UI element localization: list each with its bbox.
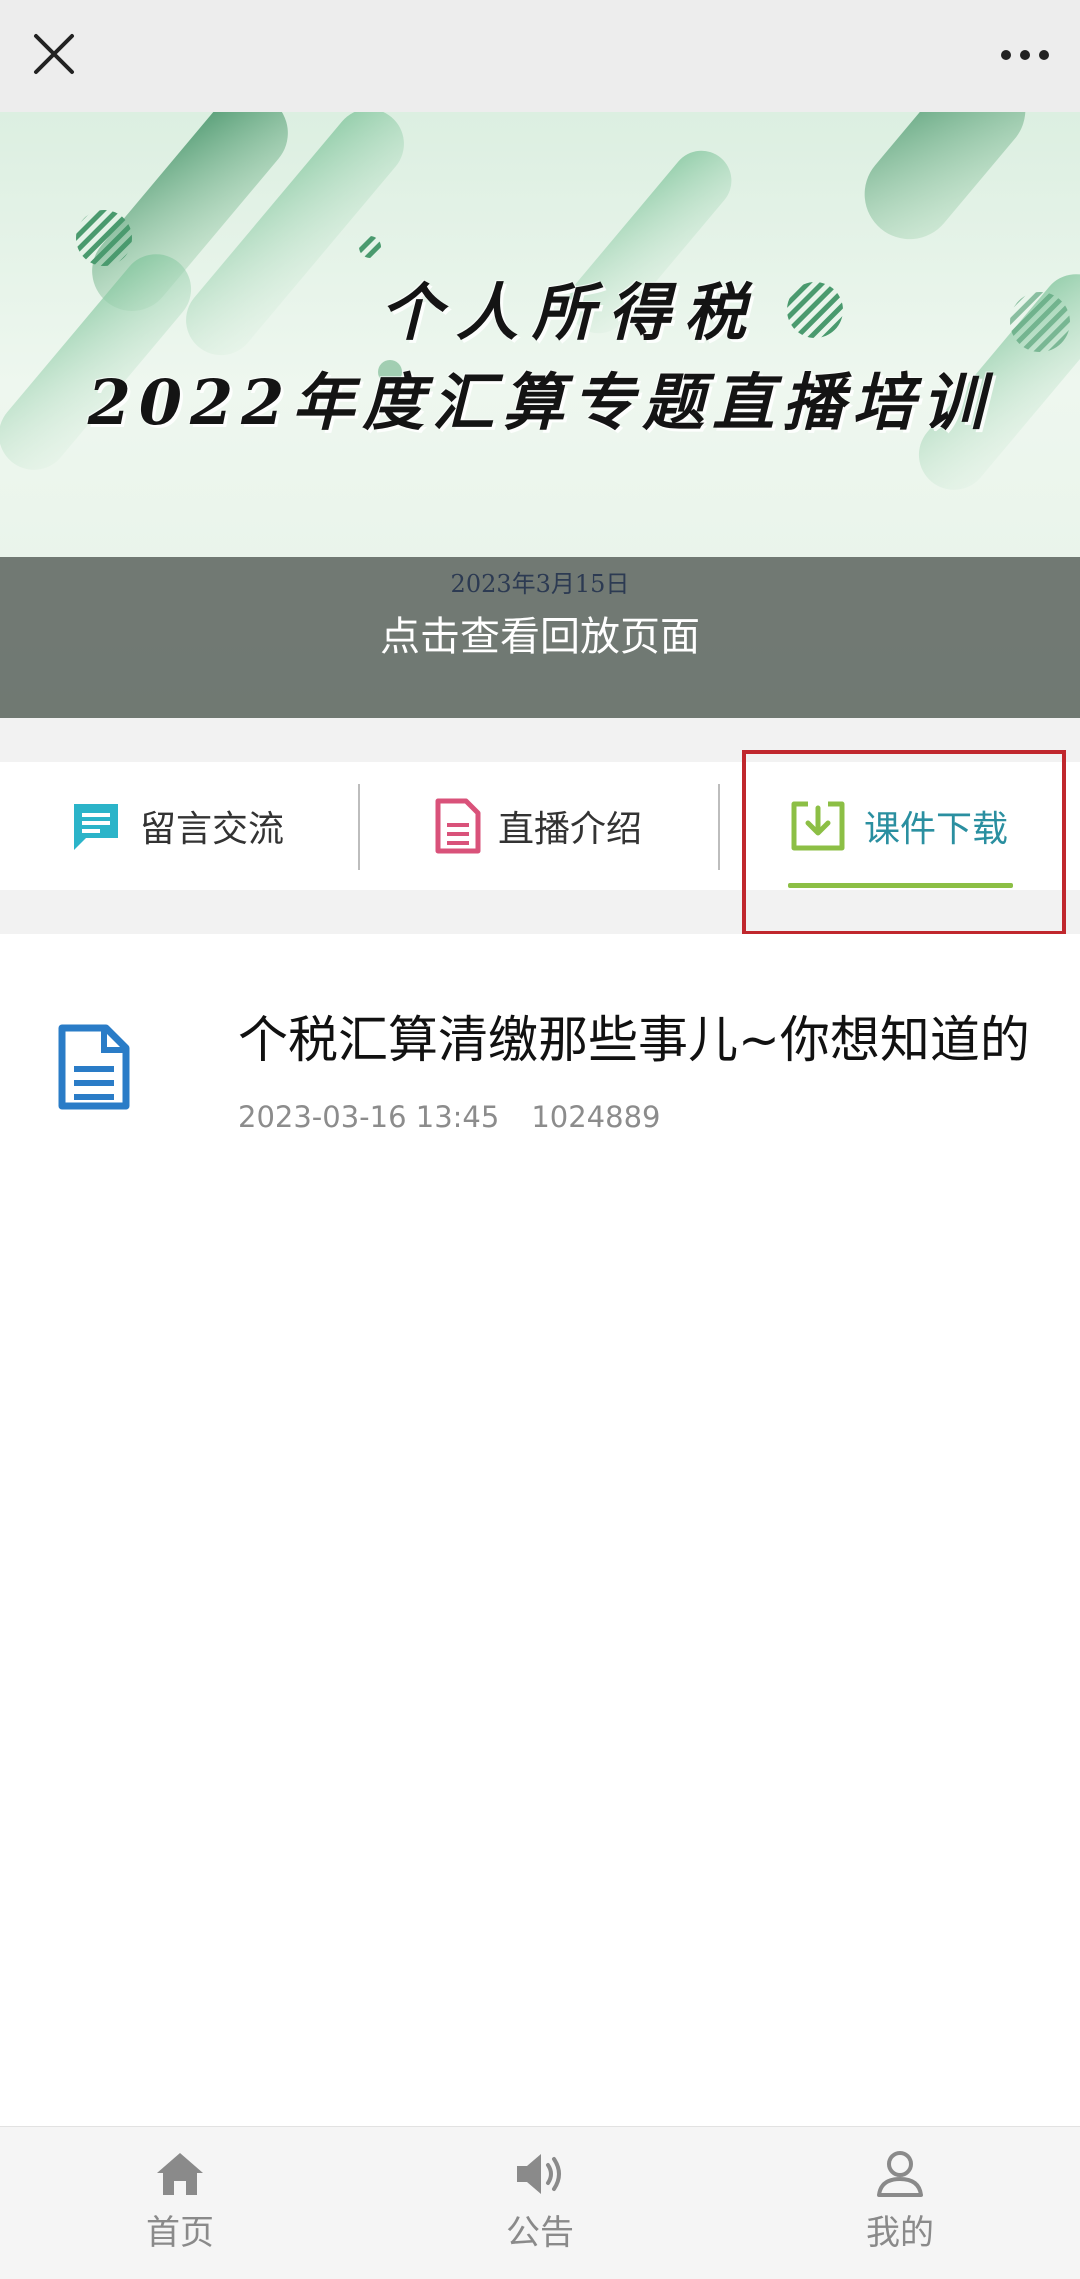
document-icon <box>58 1024 130 1110</box>
more-button[interactable] <box>992 22 1058 88</box>
banner-title-line1: 个人所得税 <box>379 276 760 349</box>
nav-home[interactable]: 首页 <box>80 2127 280 2279</box>
tab-message[interactable]: 留言交流 <box>68 762 284 890</box>
nav-announcement[interactable]: 公告 <box>440 2127 640 2279</box>
list-item-meta: 2023-03-16 13:45 1024889 <box>238 1100 660 1134</box>
live-banner[interactable]: 个人所得税 2022年度汇算专题直播培训 2023年3月15日 点击查看回放页面 <box>0 112 1080 718</box>
user-icon <box>877 2151 923 2197</box>
banner-title-line2: 2022年度汇算专题直播培训 <box>87 366 993 439</box>
message-icon <box>74 804 118 850</box>
tab-intro-label: 直播介绍 <box>498 809 643 850</box>
replay-link[interactable]: 点击查看回放页面 <box>0 604 1080 662</box>
nav-profile-label: 我的 <box>866 2213 934 2253</box>
tab-divider <box>718 784 720 870</box>
document-icon <box>435 798 481 854</box>
banner-date: 2023年3月15日 <box>450 570 630 598</box>
tab-divider <box>358 784 360 870</box>
bottom-nav: 首页 公告 我的 <box>0 2126 1080 2279</box>
list-item-title: 个税汇算清缴那些事儿~你想知道的 <box>238 1011 1030 1069</box>
nav-home-label: 首页 <box>146 2213 214 2253</box>
nav-announcement-label: 公告 <box>506 2213 574 2253</box>
home-icon <box>157 2153 203 2195</box>
tab-message-label: 留言交流 <box>140 809 285 850</box>
speaker-icon <box>517 2154 561 2194</box>
highlight-annotation-box <box>742 750 1066 935</box>
close-button[interactable] <box>22 22 88 88</box>
more-dots-icon <box>1001 50 1049 60</box>
list-item-date: 2023-03-16 13:45 <box>238 1100 500 1134</box>
list-item-count: 1024889 <box>531 1100 661 1134</box>
close-icon <box>34 34 74 74</box>
list-item[interactable]: 个税汇算清缴那些事儿~你想知道的 2023-03-16 13:45 1024889 <box>0 934 1080 1174</box>
top-bar <box>0 0 1080 112</box>
nav-profile[interactable]: 我的 <box>800 2127 1000 2279</box>
tab-intro[interactable]: 直播介绍 <box>434 762 642 890</box>
